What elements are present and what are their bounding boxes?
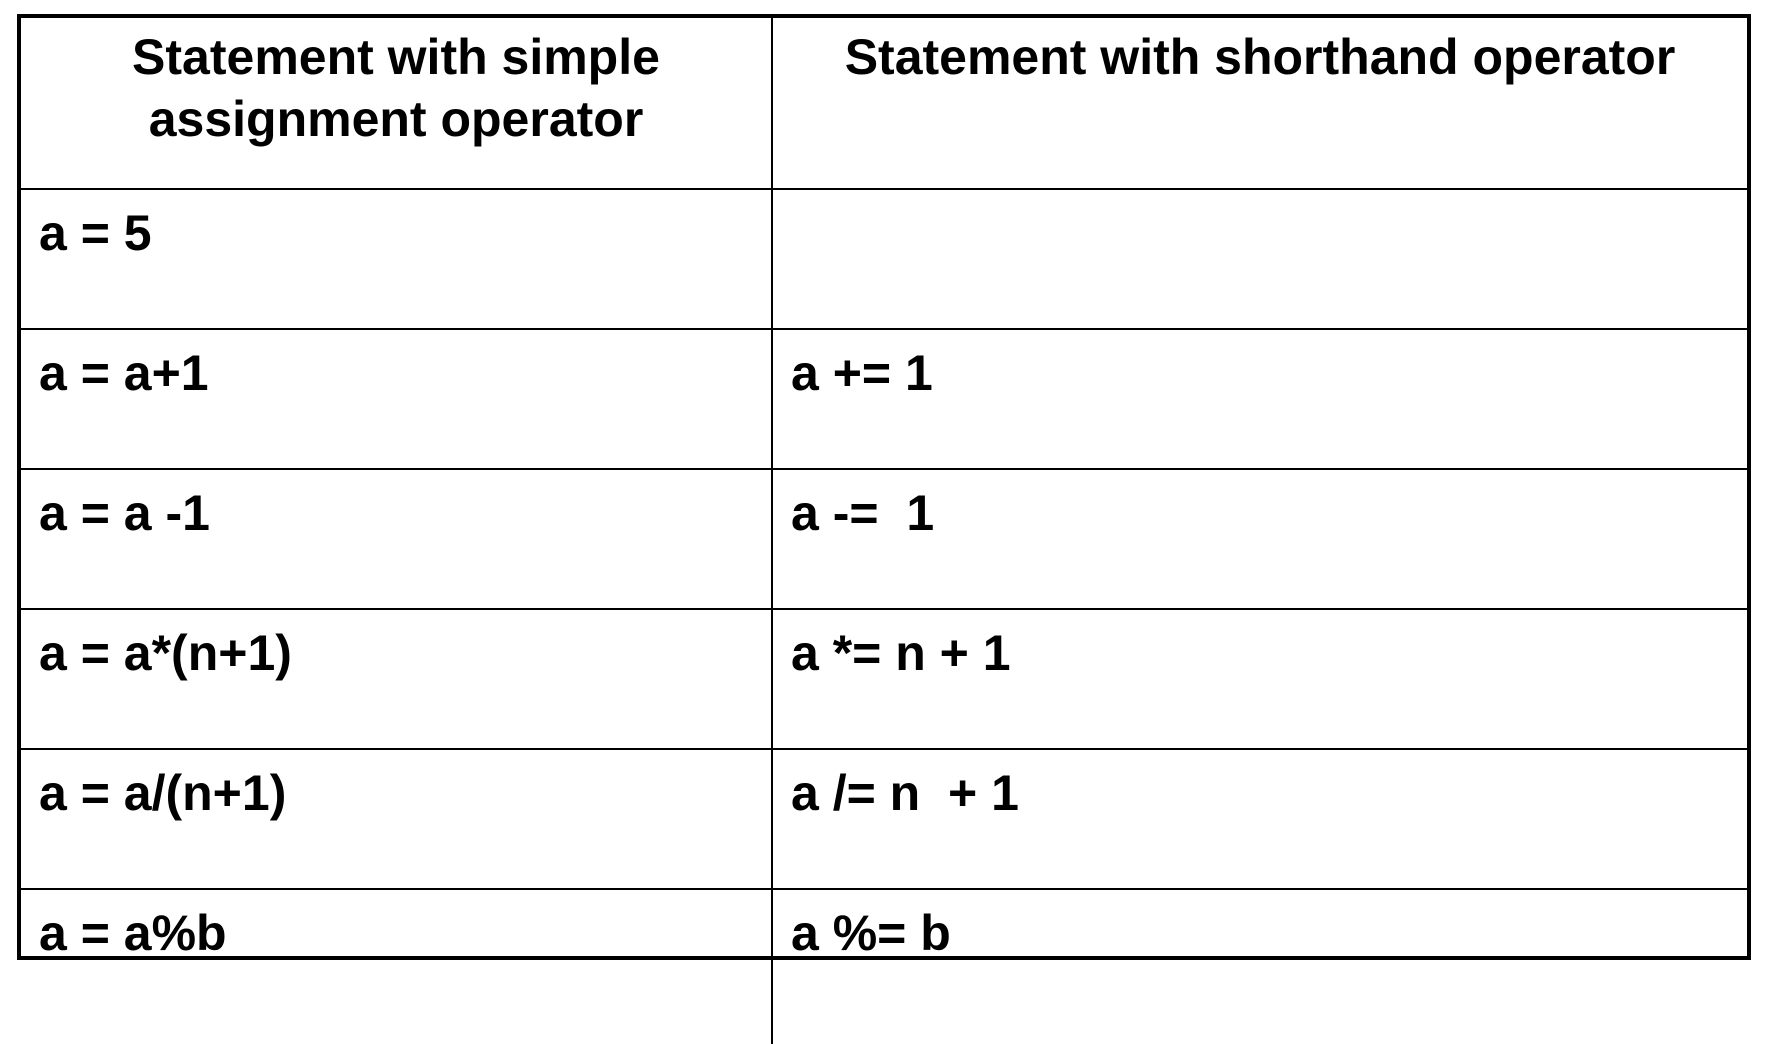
simple-statement-cell: a = a%b: [21, 888, 773, 1044]
table-row: a = a*(n+1) a *= n + 1: [21, 608, 1747, 750]
header-simple-assignment: Statement with simple assignment operato…: [21, 18, 773, 190]
table-row: a = a%b a %= b: [21, 888, 1747, 1044]
table-row: a = 5: [21, 188, 1747, 330]
table-row: a = a -1 a -= 1: [21, 468, 1747, 610]
header-row: Statement with simple assignment operato…: [21, 18, 1747, 190]
operator-comparison-table: Statement with simple assignment operato…: [21, 18, 1747, 1044]
header-simple-assignment-line-1: Statement with simple: [132, 29, 660, 85]
table-row: a = a/(n+1) a /= n + 1: [21, 748, 1747, 890]
shorthand-statement-cell: a %= b: [771, 888, 1747, 1044]
shorthand-statement-cell: [771, 188, 1747, 330]
shorthand-statement-cell: a += 1: [771, 328, 1747, 470]
operator-comparison-table-frame: Statement with simple assignment operato…: [17, 14, 1751, 1044]
shorthand-statement-cell: a /= n + 1: [771, 748, 1747, 890]
shorthand-statement-cell: a -= 1: [771, 468, 1747, 610]
simple-statement-cell: a = a -1: [21, 468, 773, 610]
table-row: a = a+1 a += 1: [21, 328, 1747, 470]
header-simple-assignment-line-2: assignment operator: [148, 91, 644, 147]
simple-statement-cell: a = a/(n+1): [21, 748, 773, 890]
simple-statement-cell: a = a*(n+1): [21, 608, 773, 750]
header-shorthand-operator-line-1: Statement with shorthand operator: [844, 29, 1676, 85]
simple-statement-cell: a = a+1: [21, 328, 773, 470]
simple-statement-cell: a = 5: [21, 188, 773, 330]
header-shorthand-operator: Statement with shorthand operator: [771, 18, 1747, 190]
shorthand-statement-cell: a *= n + 1: [771, 608, 1747, 750]
